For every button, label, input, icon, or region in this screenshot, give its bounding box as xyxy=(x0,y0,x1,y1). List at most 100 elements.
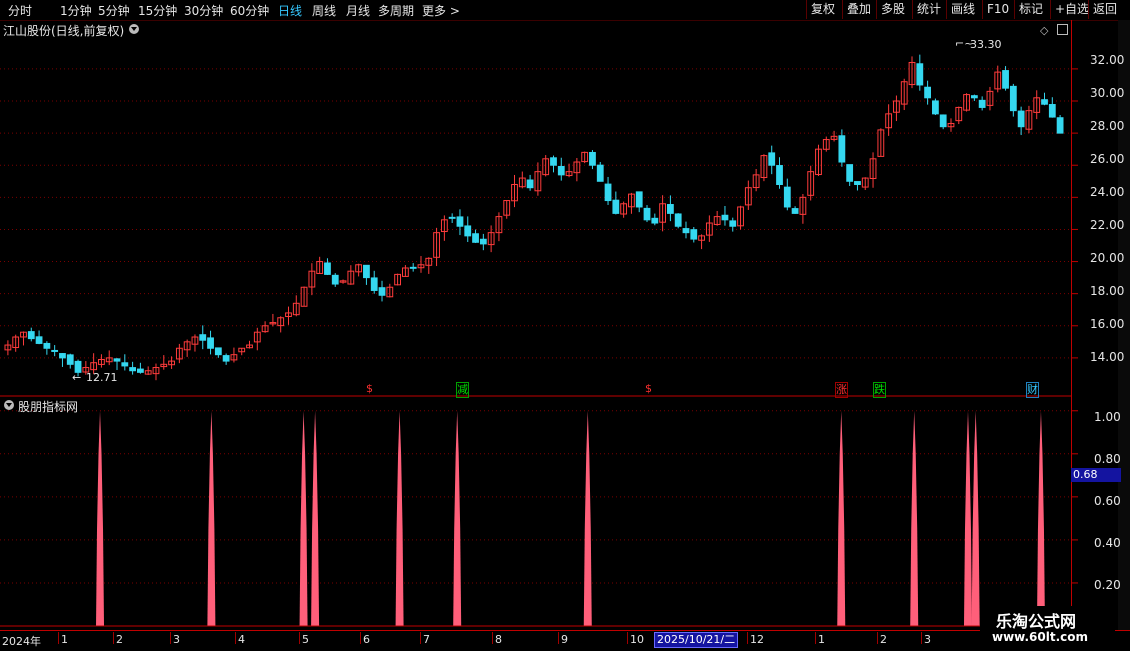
candle-body xyxy=(557,165,565,176)
watermark: 乐淘公式网 www.60lt.com xyxy=(980,606,1115,650)
date-label: 9 xyxy=(561,633,568,646)
indicator-spike xyxy=(963,410,972,626)
signal-marker[interactable]: $ xyxy=(366,382,373,396)
candlestick-series xyxy=(4,54,1064,381)
indicator-tick: 0.40 xyxy=(1094,536,1121,550)
candle-body xyxy=(612,199,620,214)
price-axis-line xyxy=(1071,20,1072,630)
candle-body xyxy=(651,217,659,224)
candle-body xyxy=(121,362,129,367)
candle-body xyxy=(137,368,144,373)
indicator-title: 股朋指标网 xyxy=(18,400,79,414)
date-label: 8 xyxy=(495,633,502,646)
candle-body xyxy=(1041,99,1048,105)
candle-body xyxy=(199,334,207,341)
indicator-spike xyxy=(971,410,980,626)
watermark-title: 乐淘公式网 xyxy=(996,612,1077,631)
indicator-spike xyxy=(837,410,846,626)
candle-body xyxy=(550,157,557,166)
low-price-label: 12.71 xyxy=(86,371,118,384)
candle-body xyxy=(472,233,479,243)
price-tick: 30.00 xyxy=(1090,86,1125,100)
date-label: 6 xyxy=(363,633,370,646)
indicator-tick: 0.80 xyxy=(1094,452,1121,466)
price-tick: 18.00 xyxy=(1090,284,1125,298)
indicator-spike xyxy=(453,410,462,626)
candle-body xyxy=(838,135,846,163)
sub-title-dropdown-icon[interactable] xyxy=(4,400,14,410)
date-label: 3 xyxy=(173,633,180,646)
signal-marker[interactable]: 跌 xyxy=(873,382,886,398)
price-tick: 24.00 xyxy=(1090,185,1125,199)
candle-body xyxy=(222,355,230,362)
indicator-spike xyxy=(96,410,105,626)
candle-body xyxy=(51,349,59,352)
indicator-spike xyxy=(299,410,308,626)
current-value-badge: 0.68 xyxy=(1071,468,1121,482)
date-label: 4 xyxy=(238,633,245,646)
date-axis: 2024年 1 2 3 4 5 6 7 8 9 10 2025/10/21/二 … xyxy=(0,630,1130,651)
candle-body xyxy=(113,358,121,362)
candle-body xyxy=(35,336,43,344)
main-grid xyxy=(0,68,1078,359)
candle-body xyxy=(768,152,776,166)
candle-body xyxy=(207,337,214,349)
date-label: 5 xyxy=(302,633,309,646)
price-tick: 14.00 xyxy=(1090,350,1125,364)
date-label: 2 xyxy=(116,633,123,646)
candle-body xyxy=(932,100,939,115)
indicator-tick: 0.60 xyxy=(1094,494,1121,508)
candle-body xyxy=(409,266,417,269)
candle-body xyxy=(635,191,643,208)
date-cursor-label: 2025/10/21/二 xyxy=(654,632,739,648)
candle-body xyxy=(456,216,464,227)
signal-marker[interactable]: 财 xyxy=(1026,382,1039,398)
date-label: 12 xyxy=(750,633,764,646)
candle-body xyxy=(27,331,35,340)
candle-body xyxy=(674,213,682,227)
indicator-spike xyxy=(395,410,404,626)
indicator-series xyxy=(96,410,1045,626)
candle-body xyxy=(729,220,737,227)
price-tick: 22.00 xyxy=(1090,218,1125,232)
candle-body xyxy=(604,183,612,202)
candle-body xyxy=(589,151,596,166)
price-tick: 20.00 xyxy=(1090,251,1125,265)
candle-body xyxy=(846,164,854,182)
indicator-spike xyxy=(910,410,919,626)
signal-marker[interactable]: $ xyxy=(645,382,652,396)
candle-body xyxy=(916,63,924,86)
candle-body xyxy=(690,229,698,240)
indicator-spike xyxy=(311,410,320,626)
signal-marker[interactable]: 减 xyxy=(456,382,469,398)
candle-body xyxy=(721,214,729,221)
candle-body xyxy=(66,354,74,365)
candle-body xyxy=(324,262,331,275)
indicator-spike xyxy=(207,410,216,626)
candle-body xyxy=(1009,85,1017,112)
candle-body xyxy=(464,225,472,237)
candle-body xyxy=(331,274,339,285)
candle-body xyxy=(1002,70,1009,89)
date-label: 1 xyxy=(818,633,825,646)
candle-body xyxy=(854,181,861,185)
candle-body xyxy=(783,186,791,208)
candle-body xyxy=(479,238,487,245)
candle-body xyxy=(214,347,222,356)
candle-body xyxy=(596,164,604,182)
candle-body xyxy=(1017,110,1025,128)
date-label: 2024年 xyxy=(2,635,41,648)
indicator-spike xyxy=(583,410,592,626)
candle-body xyxy=(363,264,370,279)
date-label: 1 xyxy=(61,633,68,646)
signal-marker[interactable]: 涨 xyxy=(835,382,848,398)
price-tick: 16.00 xyxy=(1090,317,1125,331)
indicator-spike xyxy=(1036,410,1045,626)
candle-body xyxy=(59,353,66,359)
candle-body xyxy=(791,208,799,214)
price-tick: 28.00 xyxy=(1090,119,1125,133)
candle-body xyxy=(129,367,137,372)
candle-body xyxy=(970,95,978,99)
candle-body xyxy=(643,207,651,221)
candle-body xyxy=(1048,104,1056,118)
